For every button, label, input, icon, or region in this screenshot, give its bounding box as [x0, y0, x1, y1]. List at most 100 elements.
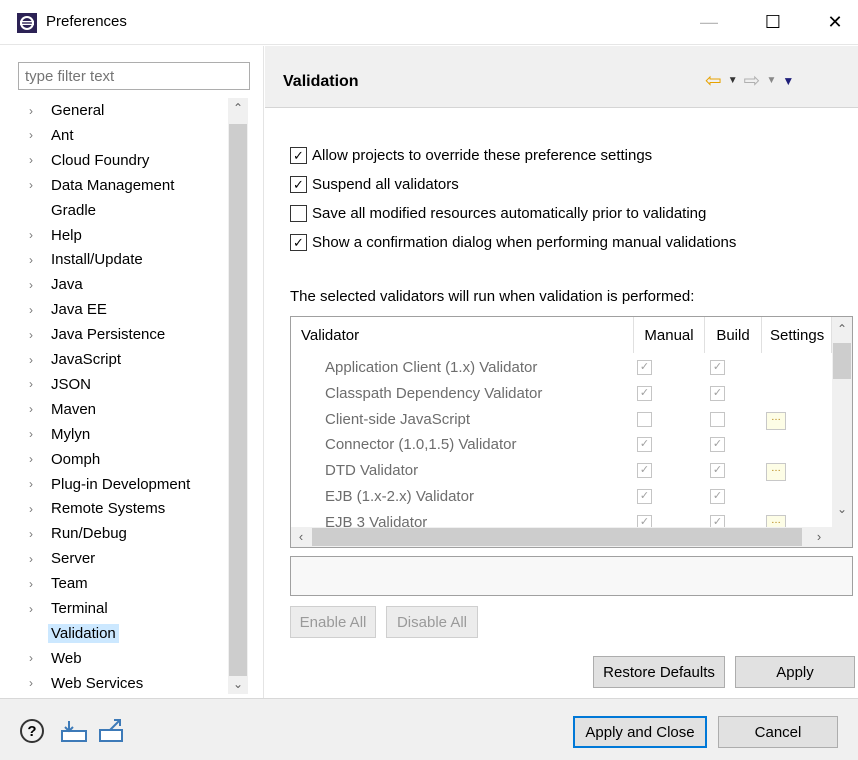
option-show-confirmation[interactable]: Show a confirmation dialog when performi…	[290, 230, 736, 254]
expand-chevron-icon[interactable]: ›	[29, 502, 43, 516]
apply-button[interactable]: Apply	[735, 656, 855, 688]
suspend-all-checkbox[interactable]	[290, 175, 307, 193]
close-button[interactable]: ✕	[812, 0, 858, 45]
cancel-button[interactable]: Cancel	[718, 716, 838, 748]
table-vertical-scrollbar[interactable]: ⌃ ⌄	[832, 317, 852, 527]
tree-item[interactable]: › Data Management	[18, 173, 224, 198]
import-icon[interactable]	[60, 719, 88, 743]
table-row[interactable]: EJB (1.x-2.x) Validator	[291, 484, 832, 510]
restore-defaults-button[interactable]: Restore Defaults	[593, 656, 725, 688]
manual-checkbox[interactable]	[637, 489, 652, 504]
expand-chevron-icon[interactable]: ›	[29, 577, 43, 591]
tree-item[interactable]: Gradle	[18, 198, 224, 223]
expand-chevron-icon[interactable]: ›	[29, 527, 43, 541]
settings-button[interactable]: …	[766, 463, 786, 482]
expand-chevron-icon[interactable]: ›	[29, 377, 43, 391]
expand-chevron-icon[interactable]: ›	[29, 552, 43, 566]
tree-item[interactable]: › Run/Debug	[18, 521, 224, 546]
tree-item[interactable]: › Cloud Foundry	[18, 148, 224, 173]
manual-checkbox[interactable]	[637, 385, 652, 401]
column-header-settings[interactable]: Settings	[762, 317, 832, 353]
manual-checkbox[interactable]	[637, 437, 652, 453]
tree-item[interactable]: › Oomph	[18, 447, 224, 472]
build-checkbox[interactable]	[710, 489, 725, 504]
tree-item[interactable]: › JavaScript	[18, 347, 224, 372]
tree-item[interactable]: › Help	[18, 223, 224, 248]
expand-chevron-icon[interactable]: ›	[29, 651, 43, 665]
help-icon[interactable]: ?	[20, 719, 44, 743]
build-checkbox[interactable]	[710, 463, 725, 479]
table-row[interactable]: Client-side JavaScript…	[291, 407, 832, 433]
tree-item[interactable]: › Team	[18, 571, 224, 596]
manual-checkbox[interactable]	[637, 411, 652, 427]
option-save-resources[interactable]: Save all modified resources automaticall…	[290, 201, 706, 225]
expand-chevron-icon[interactable]: ›	[29, 178, 43, 192]
show-confirmation-checkbox[interactable]	[290, 233, 307, 251]
expand-chevron-icon[interactable]: ›	[29, 228, 43, 242]
tree-item[interactable]: › Web Services	[18, 671, 224, 694]
tree-item[interactable]: › Plug-in Development	[18, 472, 224, 497]
expand-chevron-icon[interactable]: ›	[29, 427, 43, 441]
forward-arrow-icon[interactable]: ⇨	[744, 68, 761, 93]
option-allow-override[interactable]: Allow projects to override these prefere…	[290, 143, 652, 167]
table-row[interactable]: Connector (1.0,1.5) Validator	[291, 432, 832, 458]
scroll-left-icon[interactable]: ‹	[291, 527, 311, 547]
scroll-down-icon[interactable]: ⌄	[832, 499, 852, 519]
tree-item[interactable]: › Maven	[18, 397, 224, 422]
manual-checkbox[interactable]	[637, 360, 652, 375]
view-menu-icon[interactable]: ▼	[782, 74, 794, 88]
tree-item[interactable]: Validation	[18, 621, 224, 646]
option-suspend-all[interactable]: Suspend all validators	[290, 172, 459, 196]
expand-chevron-icon[interactable]: ›	[29, 452, 43, 466]
scroll-thumb[interactable]	[229, 124, 247, 676]
tree-item[interactable]: › Server	[18, 546, 224, 571]
expand-chevron-icon[interactable]: ›	[29, 303, 43, 317]
tree-item[interactable]: › Remote Systems	[18, 496, 224, 521]
settings-button[interactable]: …	[766, 411, 786, 430]
expand-chevron-icon[interactable]: ›	[29, 153, 43, 167]
expand-chevron-icon[interactable]: ›	[29, 328, 43, 342]
expand-chevron-icon[interactable]: ›	[29, 278, 43, 292]
tree-item[interactable]: › Install/Update	[18, 247, 224, 272]
scroll-right-icon[interactable]: ›	[809, 527, 829, 547]
minimize-button[interactable]: —	[686, 0, 732, 45]
disable-all-button[interactable]: Disable All	[386, 606, 478, 638]
table-row[interactable]: DTD Validator…	[291, 458, 832, 484]
expand-chevron-icon[interactable]: ›	[29, 253, 43, 267]
column-header-build[interactable]: Build	[705, 317, 762, 353]
scroll-thumb[interactable]	[833, 343, 851, 379]
back-arrow-icon[interactable]: ⇦	[705, 68, 722, 93]
filter-input[interactable]	[18, 62, 250, 90]
expand-chevron-icon[interactable]: ›	[29, 676, 43, 690]
build-checkbox[interactable]	[710, 411, 725, 427]
expand-chevron-icon[interactable]: ›	[29, 477, 43, 491]
table-horizontal-scrollbar[interactable]: ‹ ›	[291, 527, 832, 547]
forward-dropdown-icon[interactable]: ▼	[766, 75, 776, 86]
scroll-thumb[interactable]	[312, 528, 802, 546]
save-resources-checkbox[interactable]	[290, 204, 307, 222]
back-dropdown-icon[interactable]: ▼	[728, 75, 738, 86]
table-row[interactable]: Classpath Dependency Validator	[291, 381, 832, 407]
scroll-up-icon[interactable]: ⌃	[228, 98, 248, 118]
tree-item[interactable]: › Terminal	[18, 596, 224, 621]
tree-item[interactable]: › Java EE	[18, 297, 224, 322]
export-icon[interactable]	[98, 717, 126, 743]
build-checkbox[interactable]	[710, 360, 725, 375]
manual-checkbox[interactable]	[637, 463, 652, 479]
build-checkbox[interactable]	[710, 385, 725, 401]
tree-item[interactable]: › Java	[18, 272, 224, 297]
tree-item[interactable]: › Mylyn	[18, 422, 224, 447]
allow-override-checkbox[interactable]	[290, 146, 307, 164]
table-row[interactable]: Application Client (1.x) Validator	[291, 355, 832, 381]
tree-item[interactable]: › Ant	[18, 123, 224, 148]
apply-and-close-button[interactable]: Apply and Close	[573, 716, 707, 748]
tree-item[interactable]: › JSON	[18, 372, 224, 397]
tree-scrollbar[interactable]: ⌃ ⌄	[228, 98, 248, 694]
maximize-button[interactable]: ☐	[750, 0, 796, 45]
build-checkbox[interactable]	[710, 437, 725, 453]
expand-chevron-icon[interactable]: ›	[29, 402, 43, 416]
column-header-validator[interactable]: Validator	[291, 317, 634, 353]
expand-chevron-icon[interactable]: ›	[29, 602, 43, 616]
column-header-manual[interactable]: Manual	[634, 317, 705, 353]
enable-all-button[interactable]: Enable All	[290, 606, 376, 638]
